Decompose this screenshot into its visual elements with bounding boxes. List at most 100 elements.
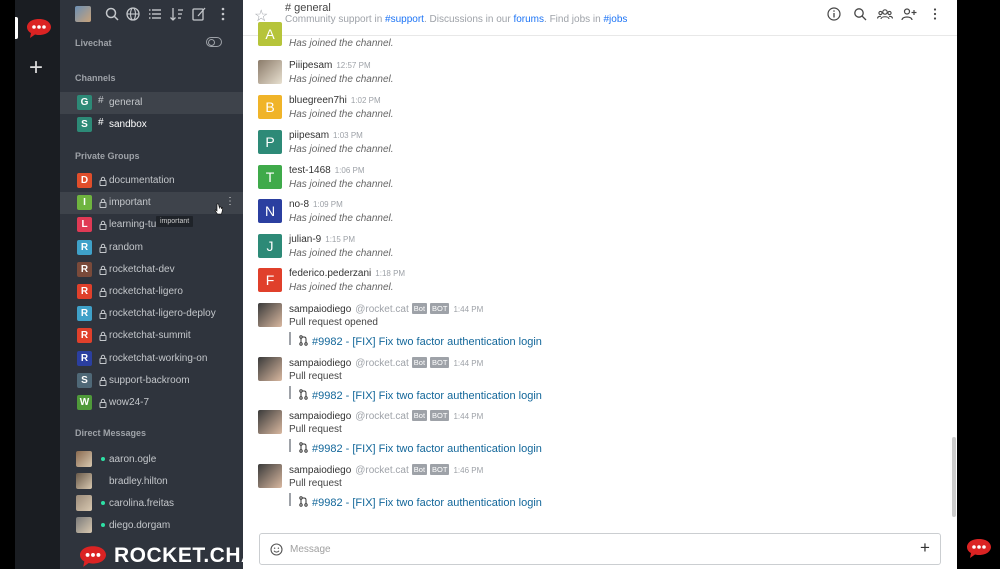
message-input[interactable] [290,541,890,557]
username-text: sampaiodiego [289,465,352,476]
username-text: no-8 [289,199,310,210]
sidebar-room-item[interactable]: G # general [60,92,243,114]
sidebar-room-item[interactable]: Rrocketchat-ligero-deploy [60,303,243,325]
dm-avatar [76,495,92,511]
dm-item[interactable]: carolina.freitas [60,492,243,514]
message-avatar[interactable]: P [258,130,282,154]
emoji-icon[interactable] [270,543,283,556]
sidebar-room-item[interactable]: Ddocumentation [60,170,243,192]
username-text: federico.pederzani [289,268,372,279]
message-username[interactable]: piipesam 1:03 PM [289,130,363,141]
sidebar-room-item[interactable]: S # sandbox [60,114,243,136]
message-scrollbar[interactable] [952,437,956,517]
private-groups-section-label: Private Groups [75,151,140,161]
sidebar-room-item[interactable]: Rrocketchat-summit [60,325,243,347]
message-avatar[interactable] [258,464,282,488]
message-time: 1:06 PM [334,166,365,175]
message-avatar[interactable] [258,357,282,381]
search-icon[interactable] [104,6,120,22]
pull-request-icon [299,387,308,400]
message-avatar[interactable] [258,410,282,434]
message-body: Has joined the channel. [289,38,394,49]
message-username[interactable]: julian-9 1:15 PM [289,234,355,245]
dm-item[interactable]: diego.dorgam [60,514,243,536]
topic-link-forums[interactable]: forums [513,14,544,25]
message-username[interactable]: bluegreen7hi 1:02 PM [289,95,381,106]
username-text: sampaiodiego [289,358,352,369]
room-name: random [109,241,143,253]
user-avatar[interactable] [75,6,91,22]
livechat-toggle[interactable] [206,37,222,47]
room-avatar: R [77,350,92,366]
message-avatar[interactable]: J [258,234,282,258]
directory-globe-icon[interactable] [125,6,141,22]
sidebar-room-item[interactable]: Rrandom [60,237,243,259]
attachment-link[interactable]: #9982 - [FIX] Fix two factor authenticat… [312,443,542,455]
sidebar-room-item[interactable]: Llearning-tu [60,214,243,236]
sidebar-room-item[interactable]: Ssupport-backroom [60,370,243,392]
menu-kebab-icon[interactable] [215,6,231,22]
create-new-icon[interactable] [191,6,207,22]
room-topic: Community support in #support. Discussio… [285,14,627,25]
message-username[interactable]: sampaiodiego @rocket.cat Bot BOT 1:44 PM [289,410,483,422]
sidebar-room-item[interactable]: Rrocketchat-working-on [60,348,243,370]
members-icon[interactable] [877,7,893,21]
topic-link-jobs[interactable]: #jobs [604,14,628,25]
mouse-cursor-icon [214,203,223,215]
message-avatar[interactable]: A [258,22,282,46]
sidebar-room-item[interactable]: Rrocketchat-dev [60,259,243,281]
message-username[interactable]: sampaiodiego @rocket.cat Bot BOT 1:44 PM [289,357,483,369]
room-info-icon[interactable] [827,7,841,21]
message-avatar[interactable]: B [258,95,282,119]
message-avatar[interactable] [258,60,282,84]
status-indicator [101,479,105,483]
room-avatar: R [77,284,92,299]
message-body: Has joined the channel. [289,74,394,85]
bot-badge: Bot [411,410,428,421]
message-username[interactable]: federico.pederzani 1:18 PM [289,268,405,279]
rocketchat-server-icon[interactable] [25,16,53,40]
bot-badge: BOT [430,410,450,421]
dm-name: bradley.hilton [109,476,168,487]
attachment-link[interactable]: #9982 - [FIX] Fix two factor authenticat… [312,336,542,348]
sidebar-room-item[interactable]: Wwow24-7 [60,392,243,414]
room-name: rocketchat-ligero [109,286,183,297]
message-avatar[interactable]: T [258,165,282,189]
room-avatar: D [77,173,92,188]
dm-item[interactable]: aaron.ogle [60,448,243,470]
room-menu-kebab-icon[interactable]: ⋮ [225,196,235,207]
message-username[interactable]: sampaiodiego @rocket.cat Bot BOT 1:44 PM [289,303,483,315]
sidebar-room-item[interactable]: Rrocketchat-ligero [60,281,243,303]
message-alias: @rocket.cat [355,358,409,369]
message-alias: @rocket.cat [355,411,409,422]
hash-icon: # [98,95,104,106]
view-mode-list-icon[interactable] [147,6,163,22]
topic-link-support[interactable]: #support [385,14,424,25]
status-indicator [101,523,105,527]
bot-badge: BOT [430,464,450,475]
room-name: important [109,197,151,209]
composer-plus-icon[interactable]: + [920,538,930,558]
message-username[interactable]: no-8 1:09 PM [289,199,343,210]
add-user-icon[interactable] [901,7,917,21]
message-username[interactable]: sampaiodiego @rocket.cat Bot BOT 1:46 PM [289,464,483,476]
message-time: 1:46 PM [453,466,484,475]
rocketchat-floating-icon[interactable] [965,536,993,560]
username-text: julian-9 [289,234,322,245]
room-kebab-icon[interactable] [928,7,942,21]
message-username[interactable]: Piiipesam 12:57 PM [289,60,371,71]
search-messages-icon[interactable] [853,7,867,21]
dm-item[interactable]: bradley.hilton [60,470,243,492]
message-avatar[interactable]: N [258,199,282,223]
message-avatar[interactable] [258,303,282,327]
add-server-icon[interactable]: + [29,56,43,80]
attachment-link[interactable]: #9982 - [FIX] Fix two factor authenticat… [312,390,542,402]
sort-icon[interactable] [169,6,185,22]
message-username[interactable]: test-1468 1:06 PM [289,165,365,176]
message-avatar[interactable]: F [258,268,282,292]
sidebar-toolbar [60,0,243,30]
username-text: test-1468 [289,165,331,176]
dm-name: aaron.ogle [109,454,157,465]
room-avatar: R [77,328,92,344]
attachment-link[interactable]: #9982 - [FIX] Fix two factor authenticat… [312,497,542,509]
